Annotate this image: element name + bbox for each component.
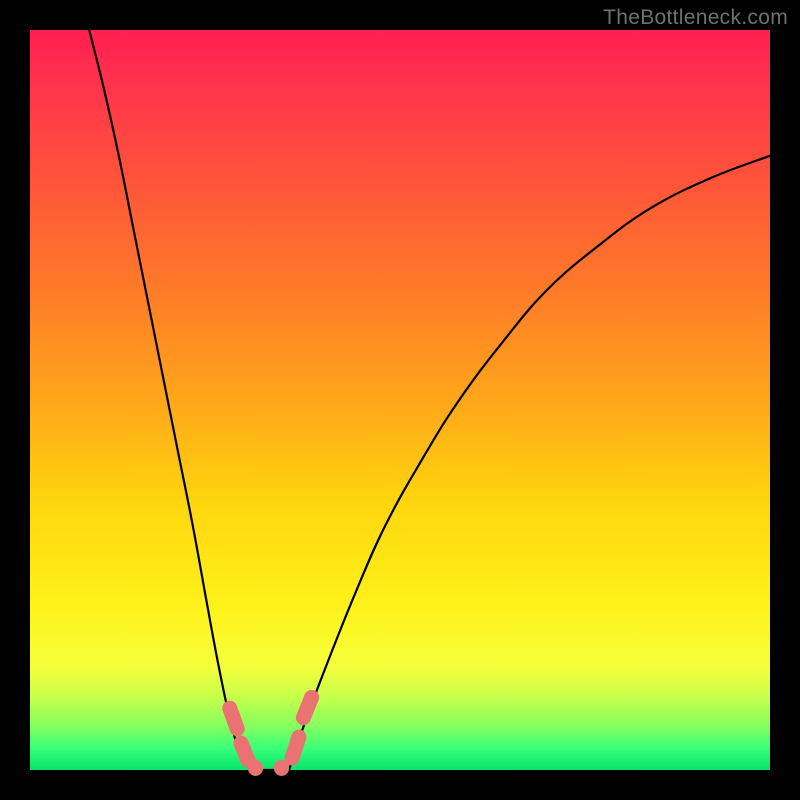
marker-floor-left xyxy=(248,760,263,776)
chart-frame: TheBottleneck.com xyxy=(0,0,800,800)
watermark: TheBottleneck.com xyxy=(603,6,788,30)
bottleneck-curve xyxy=(30,30,770,770)
plot-area xyxy=(30,30,770,770)
